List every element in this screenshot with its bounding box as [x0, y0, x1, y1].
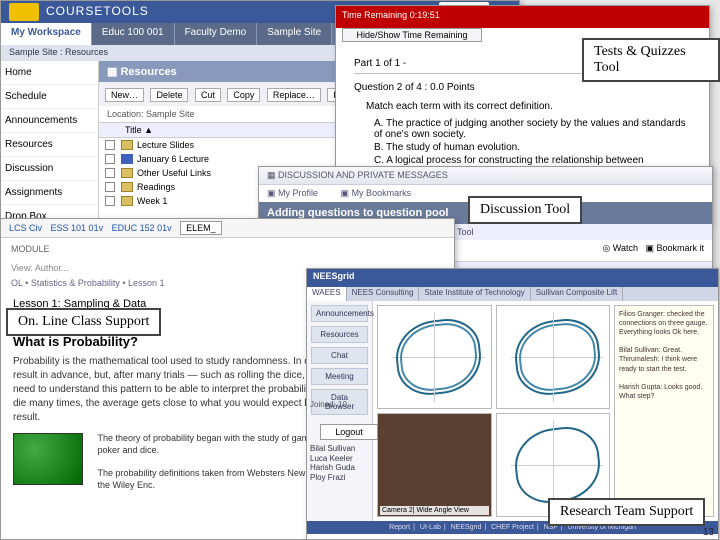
quiz-timer-bar: Time Remaining 0:19:51	[336, 6, 709, 28]
callout-research-support: Research Team Support	[548, 498, 705, 526]
hide-timer-button[interactable]: Hide/Show Time Remaining	[342, 28, 482, 42]
option-b[interactable]: B. The study of human evolution.	[374, 142, 691, 153]
checkbox[interactable]	[105, 154, 115, 164]
research-header: NEESgrid	[307, 269, 718, 287]
tab-my-workspace[interactable]: My Workspace	[1, 23, 92, 45]
option-a[interactable]: A. The practice of judging another socie…	[374, 118, 691, 140]
discussion-header-strip: ▦ DISCUSSION AND PRIVATE MESSAGES	[259, 167, 712, 185]
callout-tests-quizzes: Tests & Quizzes Tool	[582, 38, 720, 82]
checkbox[interactable]	[105, 168, 115, 178]
camera-feed: Camera 2| Wide Angle View	[377, 413, 492, 517]
callout-online-support: On. Line Class Support	[6, 308, 161, 336]
new-button[interactable]: New…	[105, 88, 144, 102]
delete-button[interactable]: Delete	[150, 88, 188, 102]
checkbox[interactable]	[105, 196, 115, 206]
research-tabs: WAEES NEES Consulting State Institute of…	[307, 287, 718, 301]
folder-icon: ▦	[107, 66, 120, 78]
course-tab[interactable]: EDUC 152 01v	[112, 223, 172, 233]
research-tab[interactable]: State Institute of Technology	[419, 287, 530, 301]
time-remaining: Time Remaining 0:19:51	[342, 10, 440, 20]
checkbox[interactable]	[105, 182, 115, 192]
callout-discussion: Discussion Tool	[468, 196, 582, 224]
course-tab[interactable]: LCS Civ	[9, 223, 42, 233]
pool-table-image	[13, 433, 83, 485]
sidebar-item-assignments[interactable]: Assignments	[1, 181, 98, 205]
bookmark-link[interactable]: ▣ Bookmark it	[645, 243, 704, 253]
chat-line: Bilal Sullivan: Great.	[619, 346, 709, 355]
question-stem: Match each term with its correct definit…	[366, 101, 691, 112]
sidebar-item-meeting[interactable]: Meeting	[311, 368, 368, 385]
copy-button[interactable]: Copy	[227, 88, 260, 102]
research-sidebar: Announcements Resources Chat Meeting Dat…	[307, 301, 373, 521]
chat-line: Everything looks Ok here.	[619, 328, 709, 337]
neesgrid-logo: NEESgrid	[313, 271, 355, 281]
data-grid: Filios Granger: checked the connections …	[373, 301, 718, 521]
watch-link[interactable]: ◎ Watch	[602, 243, 638, 253]
sidebar-item-home[interactable]: Home	[1, 61, 98, 85]
footer-link[interactable]: UI-Lab	[420, 524, 441, 531]
my-profile-link[interactable]: ▣ My Profile	[267, 188, 328, 198]
module-label: MODULE	[1, 238, 454, 260]
camera-label: Camera 2| Wide Angle View	[380, 506, 489, 515]
question-header: Question 2 of 4 : 0.0 Points	[354, 82, 691, 93]
my-bookmarks-link[interactable]: ▣ My Bookmarks	[341, 188, 422, 198]
folder-icon	[121, 168, 133, 178]
footer-link[interactable]: Report	[389, 524, 410, 531]
research-tab[interactable]: NEES Consulting	[347, 287, 420, 301]
checkbox[interactable]	[105, 140, 115, 150]
chat-log: Filios Granger: checked the connections …	[614, 305, 714, 517]
course-tab-active[interactable]: ELEM_	[180, 221, 222, 235]
presence-user: Harish Guda	[310, 463, 388, 473]
chat-line: Filios Granger: checked the connections …	[619, 310, 709, 328]
research-tab[interactable]: Sullivan Composite Lift	[531, 287, 623, 301]
doc-icon	[121, 154, 133, 164]
sidebar-item-resources[interactable]: Resources	[1, 133, 98, 157]
footer-link[interactable]: NEESgrid	[451, 524, 482, 531]
hysteresis-plot-1	[377, 305, 492, 409]
cut-button[interactable]: Cut	[195, 88, 221, 102]
sidebar-item-announcements[interactable]: Announcements	[1, 109, 98, 133]
um-logo	[9, 3, 39, 21]
sidebar-item-discussion[interactable]: Discussion	[1, 157, 98, 181]
footer-link[interactable]: CHEF Project	[491, 524, 534, 531]
sidebar-item-schedule[interactable]: Schedule	[1, 85, 98, 109]
presence-user: Ploy Frazi	[310, 473, 388, 483]
sidebar-item-announcements[interactable]: Announcements	[311, 305, 368, 322]
tab-sample-site[interactable]: Sample Site	[257, 23, 332, 45]
joined-count: Joined: 10	[310, 400, 347, 409]
brand-label: COURSETOOLS	[46, 4, 149, 18]
chat-line: Harish Gupta: Looks good. What step?	[619, 383, 709, 401]
research-tab[interactable]: WAEES	[307, 287, 347, 301]
folder-icon	[121, 140, 133, 150]
presence-list: Bilal Sullivan Luca Keeler Harish Guda P…	[310, 444, 388, 482]
sidebar-item-resources[interactable]: Resources	[311, 326, 368, 343]
presence-user: Luca Keeler	[310, 454, 388, 464]
folder-icon	[121, 182, 133, 192]
course-tabs: LCS Civ ESS 101 01v EDUC 152 01v ELEM_	[1, 219, 454, 238]
presence-user: Bilal Sullivan	[310, 444, 388, 454]
option-c[interactable]: C. A logical process for constructing th…	[374, 155, 691, 166]
research-logout-button[interactable]: Logout	[320, 424, 378, 440]
course-tab[interactable]: ESS 101 01v	[51, 223, 104, 233]
page-number: 13	[703, 527, 714, 538]
hysteresis-plot-2	[496, 305, 611, 409]
chat-line: Thirumalesh: I think were ready to start…	[619, 355, 709, 373]
tab-faculty-demo[interactable]: Faculty Demo	[175, 23, 258, 45]
sidebar-item-chat[interactable]: Chat	[311, 347, 368, 364]
folder-icon	[121, 196, 133, 206]
tab-educ100[interactable]: Educ 100 001	[92, 23, 175, 45]
replace-button[interactable]: Replace…	[267, 88, 321, 102]
